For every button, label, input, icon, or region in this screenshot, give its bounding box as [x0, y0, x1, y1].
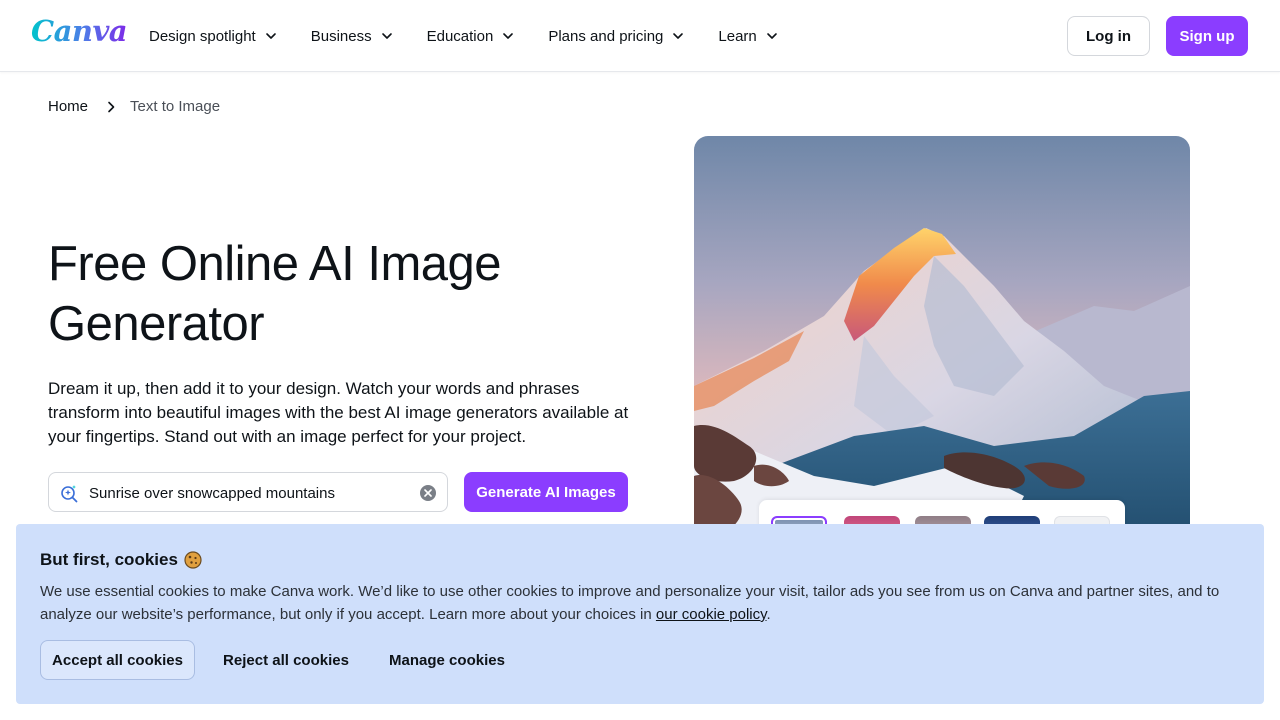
nav-learn[interactable]: Learn — [718, 28, 777, 45]
breadcrumb: Home Text to Image — [48, 98, 220, 115]
site-header: Canva Design spotlight Business Educatio… — [0, 0, 1280, 72]
nav-label: Plans and pricing — [548, 27, 664, 45]
login-button[interactable]: Log in — [1067, 16, 1150, 56]
nav-business[interactable]: Business — [311, 28, 393, 45]
chevron-down-icon — [503, 33, 514, 39]
nav-label: Design spotlight — [149, 27, 256, 45]
breadcrumb-home-link[interactable]: Home — [48, 98, 88, 115]
cookie-text-main: We use essential cookies to make Canva w… — [40, 583, 1220, 623]
chevron-down-icon — [673, 33, 684, 39]
magic-search-icon — [61, 485, 78, 503]
nav-label: Education — [426, 27, 494, 45]
chevron-down-icon — [381, 33, 392, 39]
cookie-banner: But first, cookies We use essential cook… — [16, 524, 1264, 704]
chevron-down-icon — [265, 33, 276, 39]
manage-cookies-button[interactable]: Manage cookies — [377, 640, 517, 680]
nav-label: Business — [310, 27, 372, 45]
nav-plans-and-pricing[interactable]: Plans and pricing — [548, 28, 684, 45]
generate-ai-images-button[interactable]: Generate AI Images — [464, 472, 628, 512]
chevron-down-icon — [766, 33, 777, 39]
prompt-field[interactable] — [48, 472, 448, 512]
cookie-text-end: . — [766, 606, 771, 623]
hero-description: Dream it up, then add it to your design.… — [48, 379, 629, 446]
prompt-input[interactable] — [89, 482, 409, 504]
cookie-title-text: But first, cookies — [40, 550, 178, 569]
breadcrumb-current: Text to Image — [130, 98, 221, 115]
canva-logo[interactable]: Canva — [31, 14, 128, 48]
nav-education[interactable]: Education — [427, 28, 515, 45]
clear-input-button[interactable] — [420, 485, 436, 501]
cookie-banner-title: But first, cookies — [40, 550, 202, 570]
cookie-policy-link[interactable]: our cookie policy — [656, 606, 767, 623]
close-icon — [424, 489, 432, 497]
accept-all-cookies-button[interactable]: Accept all cookies — [40, 640, 195, 680]
page-title: Free Online AI Image Generator — [48, 237, 502, 351]
mountain-image — [694, 136, 1190, 556]
reject-all-cookies-button[interactable]: Reject all cookies — [211, 640, 361, 680]
generated-image-preview — [694, 136, 1190, 556]
chevron-right-icon — [108, 101, 115, 112]
cookie-banner-text: We use essential cookies to make Canva w… — [40, 580, 1240, 626]
nav-design-spotlight[interactable]: Design spotlight — [149, 28, 277, 45]
main-nav: Design spotlight Business Education Plan… — [149, 0, 812, 72]
nav-label: Learn — [718, 27, 757, 45]
cookie-icon — [184, 551, 202, 569]
signup-button[interactable]: Sign up — [1166, 16, 1248, 56]
